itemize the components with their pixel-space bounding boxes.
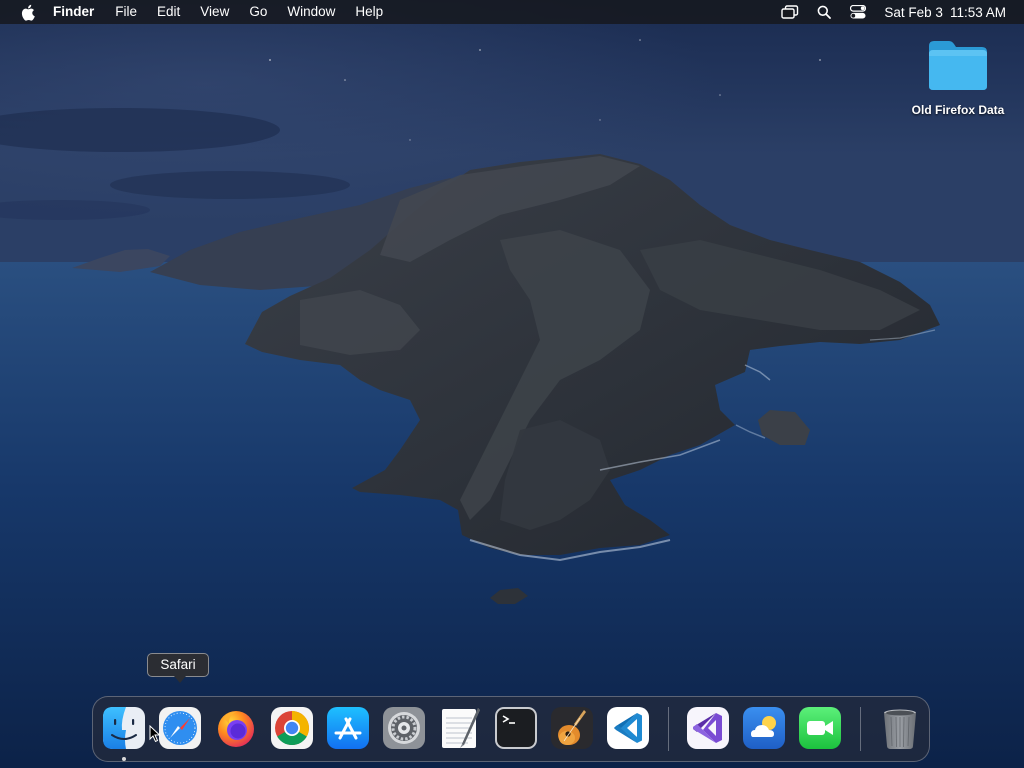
terminal-icon — [495, 707, 537, 749]
folder-icon — [929, 41, 987, 90]
control-center-icon[interactable] — [848, 0, 868, 24]
dock-item-textedit[interactable] — [438, 706, 482, 750]
dock-item-facetime[interactable] — [798, 706, 842, 750]
menu-view[interactable]: View — [190, 0, 239, 24]
menu-edit[interactable]: Edit — [147, 0, 190, 24]
dock-item-safari[interactable] — [158, 706, 202, 750]
textedit-icon — [442, 708, 480, 748]
menu-help[interactable]: Help — [345, 0, 393, 24]
spotlight-search-icon[interactable] — [814, 0, 834, 24]
dock-item-trash[interactable] — [878, 706, 922, 750]
mouse-pointer-icon — [149, 725, 161, 743]
menu-bar-left: Finder File Edit View Go Window Help — [0, 0, 393, 24]
weather-icon — [743, 707, 785, 749]
app-store-icon — [327, 707, 369, 749]
dock-item-visual-studio[interactable] — [686, 706, 730, 750]
dock-item-weather[interactable] — [742, 706, 786, 750]
desktop-folder-old-firefox-data[interactable]: Old Firefox Data — [902, 38, 1014, 117]
dock-item-garageband[interactable] — [550, 706, 594, 750]
trash-icon — [884, 709, 916, 749]
garageband-icon — [551, 707, 593, 749]
dock-separator — [668, 707, 669, 751]
dock-item-system-preferences[interactable] — [382, 706, 426, 750]
visual-studio-icon — [687, 707, 729, 749]
system-preferences-icon — [383, 707, 425, 749]
menu-bar-clock[interactable]: Sat Feb 3 11:53 AM — [884, 5, 1006, 20]
menu-app-name[interactable]: Finder — [53, 0, 105, 24]
dock-item-firefox[interactable] — [214, 706, 258, 750]
screen-mirroring-icon[interactable] — [780, 0, 800, 24]
facetime-icon — [799, 707, 841, 749]
vscode-icon — [607, 707, 649, 749]
dock-item-terminal[interactable] — [494, 706, 538, 750]
chrome-icon — [271, 707, 313, 749]
dock — [92, 696, 930, 762]
dock-separator — [860, 707, 861, 751]
clock-date: Sat Feb 3 — [884, 4, 943, 20]
clock-time: 11:53 AM — [949, 4, 1006, 20]
menu-bar-right: Sat Feb 3 11:53 AM — [766, 0, 1024, 24]
desktop-item-label: Old Firefox Data — [911, 103, 1005, 117]
safari-icon — [159, 707, 201, 749]
finder-icon — [103, 707, 145, 749]
apple-logo-icon[interactable] — [17, 0, 37, 24]
dock-item-finder[interactable] — [102, 706, 146, 750]
finder-running-indicator — [122, 757, 126, 761]
dock-item-vscode[interactable] — [606, 706, 650, 750]
firefox-icon — [218, 711, 254, 747]
menu-go[interactable]: Go — [239, 0, 277, 24]
dock-tooltip: Safari — [147, 653, 209, 683]
menu-window[interactable]: Window — [277, 0, 345, 24]
menu-file[interactable]: File — [105, 0, 147, 24]
dock-item-chrome[interactable] — [270, 706, 314, 750]
menu-bar: Finder File Edit View Go Window Help Sat… — [0, 0, 1024, 24]
dock-item-app-store[interactable] — [326, 706, 370, 750]
